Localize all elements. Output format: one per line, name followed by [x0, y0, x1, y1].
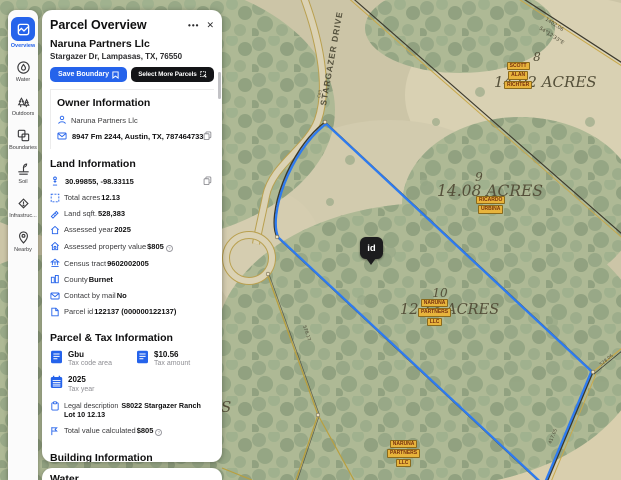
sidebar-item-outdoors[interactable]: Outdoors — [8, 94, 38, 117]
infrastructure-icon — [16, 196, 31, 211]
legal-description-row: Legal description S8022 Stargazer Ranch … — [50, 401, 214, 420]
copy-icon — [203, 176, 212, 186]
document-icon — [50, 350, 63, 364]
mail-icon — [50, 291, 60, 301]
tax-year-card: 2025 Tax year — [50, 375, 136, 393]
person-icon — [57, 115, 67, 125]
sidebar-rail: Overview Water Outdoors Boundaries — [8, 10, 38, 480]
calendar-icon — [50, 375, 63, 389]
panel-scrollbar[interactable] — [218, 72, 221, 99]
assessed-value-row: Assessed property value$805? — [50, 241, 214, 252]
land-information-section: Land Information 30.99855, -98.33115 — [50, 149, 214, 316]
panel-title: Parcel Overview — [50, 18, 188, 32]
overview-icon — [11, 17, 35, 41]
bank-icon — [50, 258, 60, 268]
house-icon — [50, 225, 60, 235]
parcel-overview-panel: Parcel Overview ••• ✕ Naruna Partners Ll… — [42, 10, 222, 462]
street-view-icon — [50, 176, 60, 186]
assessed-year-row: Assessed year2025 — [50, 225, 214, 235]
mail-icon — [57, 131, 67, 141]
nearby-icon — [16, 230, 31, 245]
land-sqft-row: Land sqft.528,383 — [50, 209, 214, 219]
sidebar-item-overview[interactable]: Overview — [8, 17, 38, 49]
owner-name-row: Naruna Partners Llc — [57, 115, 214, 125]
boundaries-icon — [16, 128, 31, 143]
help-icon[interactable]: ? — [155, 429, 162, 436]
tax-amount-card: $10.56 Tax amount — [136, 350, 214, 368]
parcel-tax-heading: Parcel & Tax Information — [50, 332, 214, 344]
clipboard-icon — [50, 401, 60, 411]
coordinates-row: 30.99855, -98.33115 — [50, 176, 214, 186]
area-icon — [50, 193, 60, 203]
document-icon — [136, 350, 149, 364]
file-icon — [50, 307, 60, 317]
total-acres-row: Total acres12.13 — [50, 193, 214, 203]
select-more-parcels-button[interactable]: Select More Parcels — [131, 67, 214, 82]
copy-coordinates-button[interactable] — [203, 176, 212, 188]
id-marker-label: id — [367, 243, 375, 254]
building-information-section: Building Information Agricultural Proper… — [50, 443, 214, 462]
parcel-tax-section: Parcel & Tax Information Gbu Tax code ar… — [50, 323, 214, 437]
save-boundary-button[interactable]: Save Boundary — [50, 67, 127, 82]
more-menu-icon[interactable]: ••• — [188, 21, 199, 30]
lot8-number: 8 — [533, 50, 541, 64]
flag-chart-icon — [50, 426, 60, 436]
water-section-card[interactable]: Water — [42, 468, 222, 480]
contact-by-mail-row: Contact by mailNo — [50, 291, 214, 301]
parcel-owner-name: Naruna Partners Llc — [42, 32, 222, 50]
total-value-row: Total value calculated$805? — [50, 426, 214, 437]
buildings-icon — [50, 274, 60, 284]
help-icon[interactable]: ? — [166, 245, 173, 252]
soil-icon — [16, 162, 31, 177]
owner-information-heading: Owner Information — [57, 97, 214, 109]
owner-tag-lot10-south: NARUNA PARTNERS LLC — [387, 440, 420, 467]
lot10-number: 10 — [432, 286, 448, 300]
tax-code-card: Gbu Tax code area — [50, 350, 136, 368]
owner-tag-lot9: RICARDO URBINA — [476, 196, 505, 214]
close-icon[interactable]: ✕ — [206, 20, 214, 31]
water-icon — [16, 60, 31, 75]
id-map-marker[interactable]: id — [360, 237, 383, 259]
sidebar-item-water[interactable]: Water — [8, 60, 38, 83]
building-information-heading: Building Information — [50, 452, 214, 462]
clipped-acres-text: S — [221, 398, 231, 416]
sidebar-item-infrastructure[interactable]: Infrastruc... — [8, 196, 38, 219]
county-row: CountyBurnet — [50, 274, 214, 284]
ruler-icon — [50, 209, 60, 219]
save-icon — [112, 71, 119, 79]
owner-information-section: Owner Information Naruna Partners Llc 89… — [50, 89, 214, 149]
app-window: STARGAZER DRIVE 8 14.02 ACRES 9 14.08 AC… — [0, 0, 621, 480]
house-value-icon — [50, 241, 60, 251]
copy-address-button[interactable] — [203, 131, 212, 143]
owner-tag-lot8: SCOTT ALAN RICHTER — [504, 62, 532, 89]
sidebar-item-soil[interactable]: Soil — [8, 162, 38, 185]
owner-tag-lot10: NARUNA PARTNERS LLC — [418, 299, 451, 326]
water-heading: Water — [50, 473, 214, 480]
sidebar-item-nearby[interactable]: Nearby — [8, 230, 38, 253]
parcel-address: Stargazer Dr, Lampasas, TX, 76550 — [42, 50, 222, 61]
land-information-heading: Land Information — [50, 158, 214, 170]
sidebar-item-boundaries[interactable]: Boundaries — [8, 128, 38, 151]
parcel-id-row: Parcel id122137 (000000122137) — [50, 307, 214, 317]
owner-mail-row: 8947 Fm 2244, Austin, TX, 787464733 — [57, 131, 214, 141]
census-tract-row: Census tract9602002005 — [50, 258, 214, 268]
outdoors-icon — [16, 94, 31, 109]
select-parcels-icon — [200, 71, 207, 78]
copy-icon — [203, 131, 212, 141]
